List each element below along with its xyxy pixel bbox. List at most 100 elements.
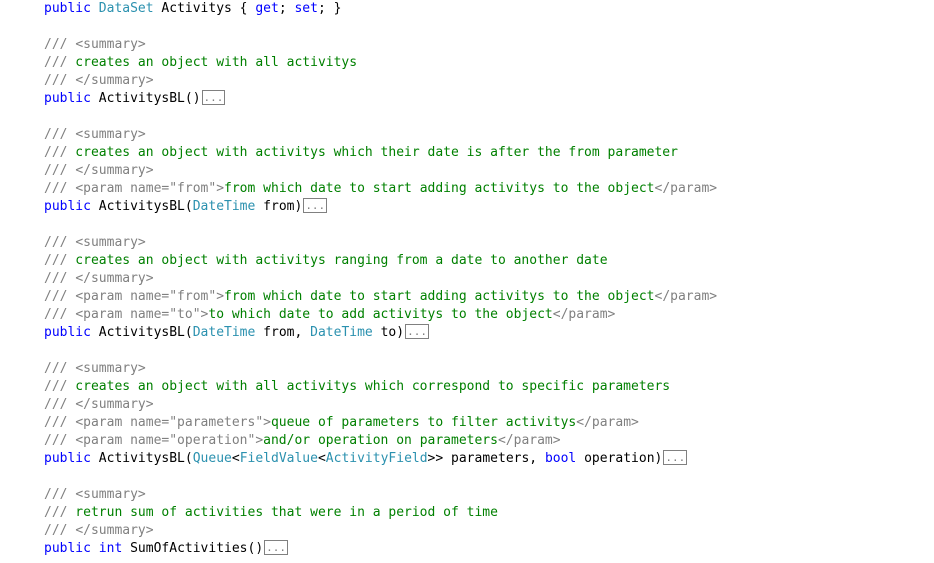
code-token: </param> bbox=[552, 307, 616, 322]
code-token: <param name="to"> bbox=[75, 307, 209, 322]
code-token: >> parameters, bbox=[427, 451, 545, 466]
code-line: /// </summary> bbox=[44, 270, 717, 288]
code-token: ActivitysBL() bbox=[90, 91, 201, 106]
code-token: <param name="from"> bbox=[75, 181, 225, 196]
code-token: /// bbox=[44, 487, 68, 502]
code-token: </summary> bbox=[75, 73, 154, 88]
code-line: /// <summary> bbox=[44, 234, 717, 252]
code-token: </param> bbox=[497, 433, 561, 448]
code-token: FieldValue bbox=[239, 451, 318, 466]
code-token: /// bbox=[44, 361, 68, 376]
code-token: creates an object with all activitys bbox=[67, 55, 358, 70]
code-token: ; } bbox=[317, 1, 342, 16]
code-token: </summary> bbox=[75, 397, 154, 412]
code-token: public bbox=[44, 199, 91, 214]
code-line: /// <summary> bbox=[44, 36, 717, 54]
code-token: <summary> bbox=[75, 127, 146, 142]
code-token: queue of parameters to filter activitys bbox=[270, 415, 577, 430]
code-token: /// bbox=[44, 163, 68, 178]
code-token: set bbox=[294, 1, 318, 16]
code-token: creates an object with activitys which t… bbox=[67, 145, 678, 160]
code-line: /// </summary> bbox=[44, 162, 717, 180]
code-line: /// <param name="to">to which date to ad… bbox=[44, 306, 717, 324]
code-token: ActivitysBL( bbox=[90, 199, 193, 214]
code-token: ActivitysBL( bbox=[90, 325, 193, 340]
code-token: creates an object with activitys ranging… bbox=[67, 253, 608, 268]
code-token: /// bbox=[44, 505, 68, 520]
code-line: /// creates an object with activitys ran… bbox=[44, 252, 717, 270]
code-token: Activitys { bbox=[153, 1, 256, 16]
code-token: to which date to add activitys to the ob… bbox=[208, 307, 553, 322]
code-token: ActivitysBL( bbox=[90, 451, 193, 466]
code-token: /// bbox=[44, 307, 68, 322]
code-token: public bbox=[44, 91, 91, 106]
code-line: /// </summary> bbox=[44, 522, 717, 540]
code-token: /// bbox=[44, 181, 68, 196]
code-line: /// <param name="operation">and/or opera… bbox=[44, 432, 717, 450]
code-token: Queue bbox=[192, 451, 232, 466]
code-line: /// creates an object with activitys whi… bbox=[44, 144, 717, 162]
code-token: from which date to start adding activity… bbox=[224, 289, 655, 304]
code-line: public DataSet Activitys { get; set; } bbox=[44, 0, 717, 18]
code-line: /// <param name="from">from which date t… bbox=[44, 180, 717, 198]
code-line: public ActivitysBL()... bbox=[44, 90, 717, 108]
code-token: DateTime bbox=[192, 325, 256, 340]
code-token: /// bbox=[44, 397, 68, 412]
code-token: SumOfActivities() bbox=[122, 541, 264, 556]
code-token: /// bbox=[44, 415, 68, 430]
code-token: operation) bbox=[576, 451, 663, 466]
code-token: <summary> bbox=[75, 37, 146, 52]
code-token: ; bbox=[278, 1, 295, 16]
code-token: /// bbox=[44, 37, 68, 52]
code-token: DateTime bbox=[310, 325, 373, 340]
code-token: <summary> bbox=[75, 235, 146, 250]
code-line: public int SumOfActivities()... bbox=[44, 540, 717, 558]
code-token: /// bbox=[44, 523, 68, 538]
code-token: </summary> bbox=[75, 163, 154, 178]
code-line: /// <param name="parameters">queue of pa… bbox=[44, 414, 717, 432]
code-token: </param> bbox=[576, 415, 639, 430]
collapsed-region-button[interactable]: ... bbox=[663, 450, 688, 465]
code-token: from which date to start adding activity… bbox=[224, 181, 655, 196]
code-token: and/or operation on parameters bbox=[263, 433, 498, 448]
collapsed-region-button[interactable]: ... bbox=[303, 198, 328, 213]
code-line: public ActivitysBL(DateTime from, DateTi… bbox=[44, 324, 717, 342]
code-token: ActivityField bbox=[325, 451, 428, 466]
code-token: DateTime bbox=[192, 199, 256, 214]
code-token: /// bbox=[44, 73, 68, 88]
code-token: public bbox=[44, 541, 91, 556]
code-token: <summary> bbox=[75, 487, 146, 502]
code-line: /// <summary> bbox=[44, 126, 717, 144]
code-line: /// <summary> bbox=[44, 486, 717, 504]
code-token: /// bbox=[44, 145, 68, 160]
code-token: int bbox=[98, 541, 123, 556]
code-line: /// retrun sum of activities that were i… bbox=[44, 504, 717, 522]
code-token: <summary> bbox=[75, 361, 146, 376]
code-token: creates an object with all activitys whi… bbox=[67, 379, 671, 394]
code-line: /// </summary> bbox=[44, 396, 717, 414]
code-token: public bbox=[44, 1, 91, 16]
collapsed-region-button[interactable]: ... bbox=[264, 540, 289, 555]
collapsed-region-button[interactable]: ... bbox=[405, 324, 429, 339]
code-editor[interactable]: public DataSet Activitys { get; set; } //… bbox=[44, 0, 717, 558]
collapsed-region-button[interactable]: ... bbox=[201, 90, 226, 105]
code-token: <param name="parameters"> bbox=[75, 415, 271, 430]
code-line: /// <param name="from">from which date t… bbox=[44, 288, 717, 306]
code-token: public bbox=[44, 451, 91, 466]
code-line: /// creates an object with all activitys… bbox=[44, 378, 717, 396]
code-token: from, bbox=[255, 325, 311, 340]
code-token: < bbox=[231, 451, 240, 466]
code-token: /// bbox=[44, 289, 68, 304]
code-token: /// bbox=[44, 55, 68, 70]
code-line: public ActivitysBL(Queue<FieldValue<Acti… bbox=[44, 450, 717, 468]
code-token: </param> bbox=[654, 289, 718, 304]
code-token: </summary> bbox=[75, 271, 154, 286]
code-line: /// </summary> bbox=[44, 72, 717, 90]
code-token: /// bbox=[44, 433, 68, 448]
code-token: /// bbox=[44, 379, 68, 394]
